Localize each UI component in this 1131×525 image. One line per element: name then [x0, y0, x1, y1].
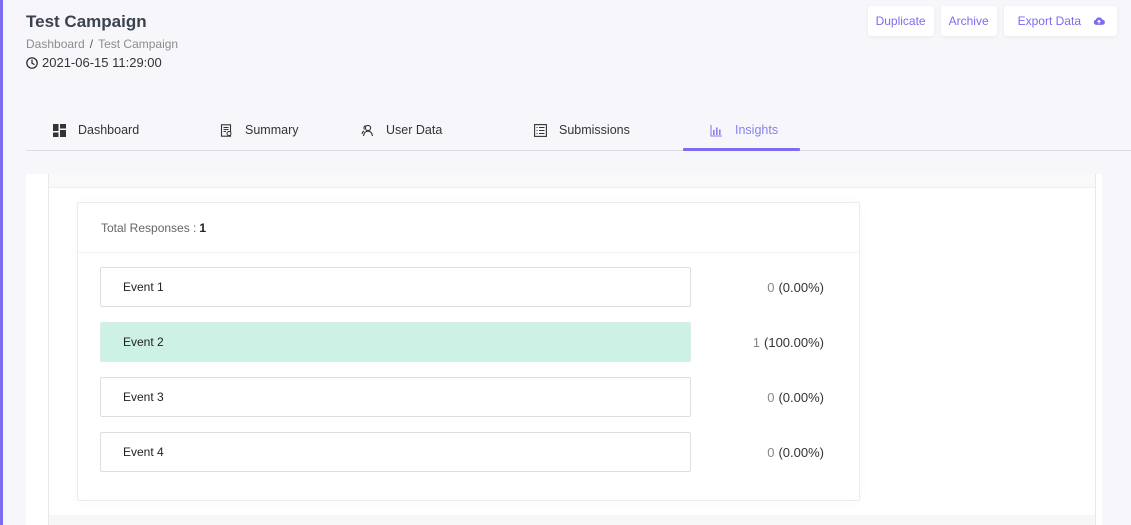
archive-button[interactable]: Archive — [940, 6, 997, 36]
cloud-upload-icon — [1093, 17, 1105, 25]
event-row: Event 3 0 (0.00%) — [100, 377, 840, 417]
duplicate-button[interactable]: Duplicate — [867, 6, 934, 36]
clock-icon — [26, 56, 38, 69]
event-option[interactable]: Event 1 — [100, 267, 691, 307]
campaign-timestamp: 2021-06-15 11:29:00 — [26, 55, 178, 70]
dashboard-grid-icon — [53, 123, 66, 137]
tab-submissions-label: Submissions — [559, 123, 630, 137]
tab-bar: Dashboard Summary User Data Submissions … — [26, 113, 1131, 151]
event-count: 1 — [752, 334, 761, 350]
event-percent: (0.00%) — [778, 279, 824, 295]
event-label: Event 4 — [123, 445, 164, 459]
export-data-button[interactable]: Export Data — [1003, 6, 1117, 36]
page-title: Test Campaign — [26, 12, 147, 31]
event-count: 0 — [767, 279, 775, 295]
event-label: Event 2 — [123, 335, 164, 349]
event-result: 0 (0.00%) — [767, 377, 824, 417]
list-icon — [534, 123, 547, 137]
tab-summary[interactable]: Summary — [220, 113, 298, 151]
tab-insights[interactable]: Insights — [710, 113, 778, 151]
users-icon — [361, 124, 374, 136]
event-option[interactable]: Event 3 — [100, 377, 691, 417]
breadcrumb-separator: / — [89, 37, 94, 51]
tab-submissions[interactable]: Submissions — [534, 113, 630, 151]
total-responses-value: 1 — [199, 220, 207, 235]
panel-topbar — [49, 174, 1095, 188]
bar-chart-icon — [710, 124, 722, 137]
breadcrumb: Dashboard / Test Campaign — [26, 37, 178, 51]
total-responses-label: Total Responses : — [101, 220, 197, 235]
event-option-selected[interactable]: Event 2 — [100, 322, 691, 362]
left-accent-bar — [0, 0, 3, 525]
event-count: 0 — [767, 444, 775, 460]
tab-user-data[interactable]: User Data — [361, 113, 442, 151]
event-row: Event 4 0 (0.00%) — [100, 432, 840, 472]
breadcrumb-current: Test Campaign — [98, 37, 179, 51]
total-responses: Total Responses : 1 — [78, 203, 859, 253]
panel-bottombar — [49, 515, 1095, 525]
event-row: Event 2 1 (100.00%) — [100, 322, 840, 362]
export-data-label: Export Data — [1017, 14, 1081, 28]
event-result: 0 (0.00%) — [767, 432, 824, 472]
summary-doc-icon — [220, 123, 232, 137]
tab-summary-label: Summary — [245, 123, 299, 137]
event-option[interactable]: Event 4 — [100, 432, 691, 472]
event-result: 0 (0.00%) — [767, 267, 824, 307]
event-percent: (100.00%) — [764, 334, 824, 350]
event-label: Event 3 — [123, 390, 164, 404]
page-header: Test Campaign Dashboard / Test Campaign 20… — [26, 12, 178, 70]
event-percent: (0.00%) — [778, 389, 824, 405]
tab-dashboard[interactable]: Dashboard — [53, 113, 139, 151]
tab-insights-label: Insights — [735, 123, 779, 137]
header-actions: Duplicate Archive Export Data — [867, 6, 1117, 36]
event-result: 1 (100.00%) — [753, 322, 824, 362]
event-row: Event 1 0 (0.00%) — [100, 267, 840, 307]
timestamp-text: 2021-06-15 11:29:00 — [42, 55, 162, 70]
event-label: Event 1 — [123, 280, 164, 294]
active-tab-indicator — [683, 148, 800, 151]
breadcrumb-dashboard-link[interactable]: Dashboard — [26, 37, 85, 51]
event-count: 0 — [767, 389, 775, 405]
insights-card: Total Responses : 1 Event 1 0 (0.00%) Eve… — [77, 202, 860, 501]
tab-dashboard-label: Dashboard — [78, 123, 140, 137]
event-percent: (0.00%) — [778, 444, 824, 460]
tab-user-data-label: User Data — [386, 123, 443, 137]
